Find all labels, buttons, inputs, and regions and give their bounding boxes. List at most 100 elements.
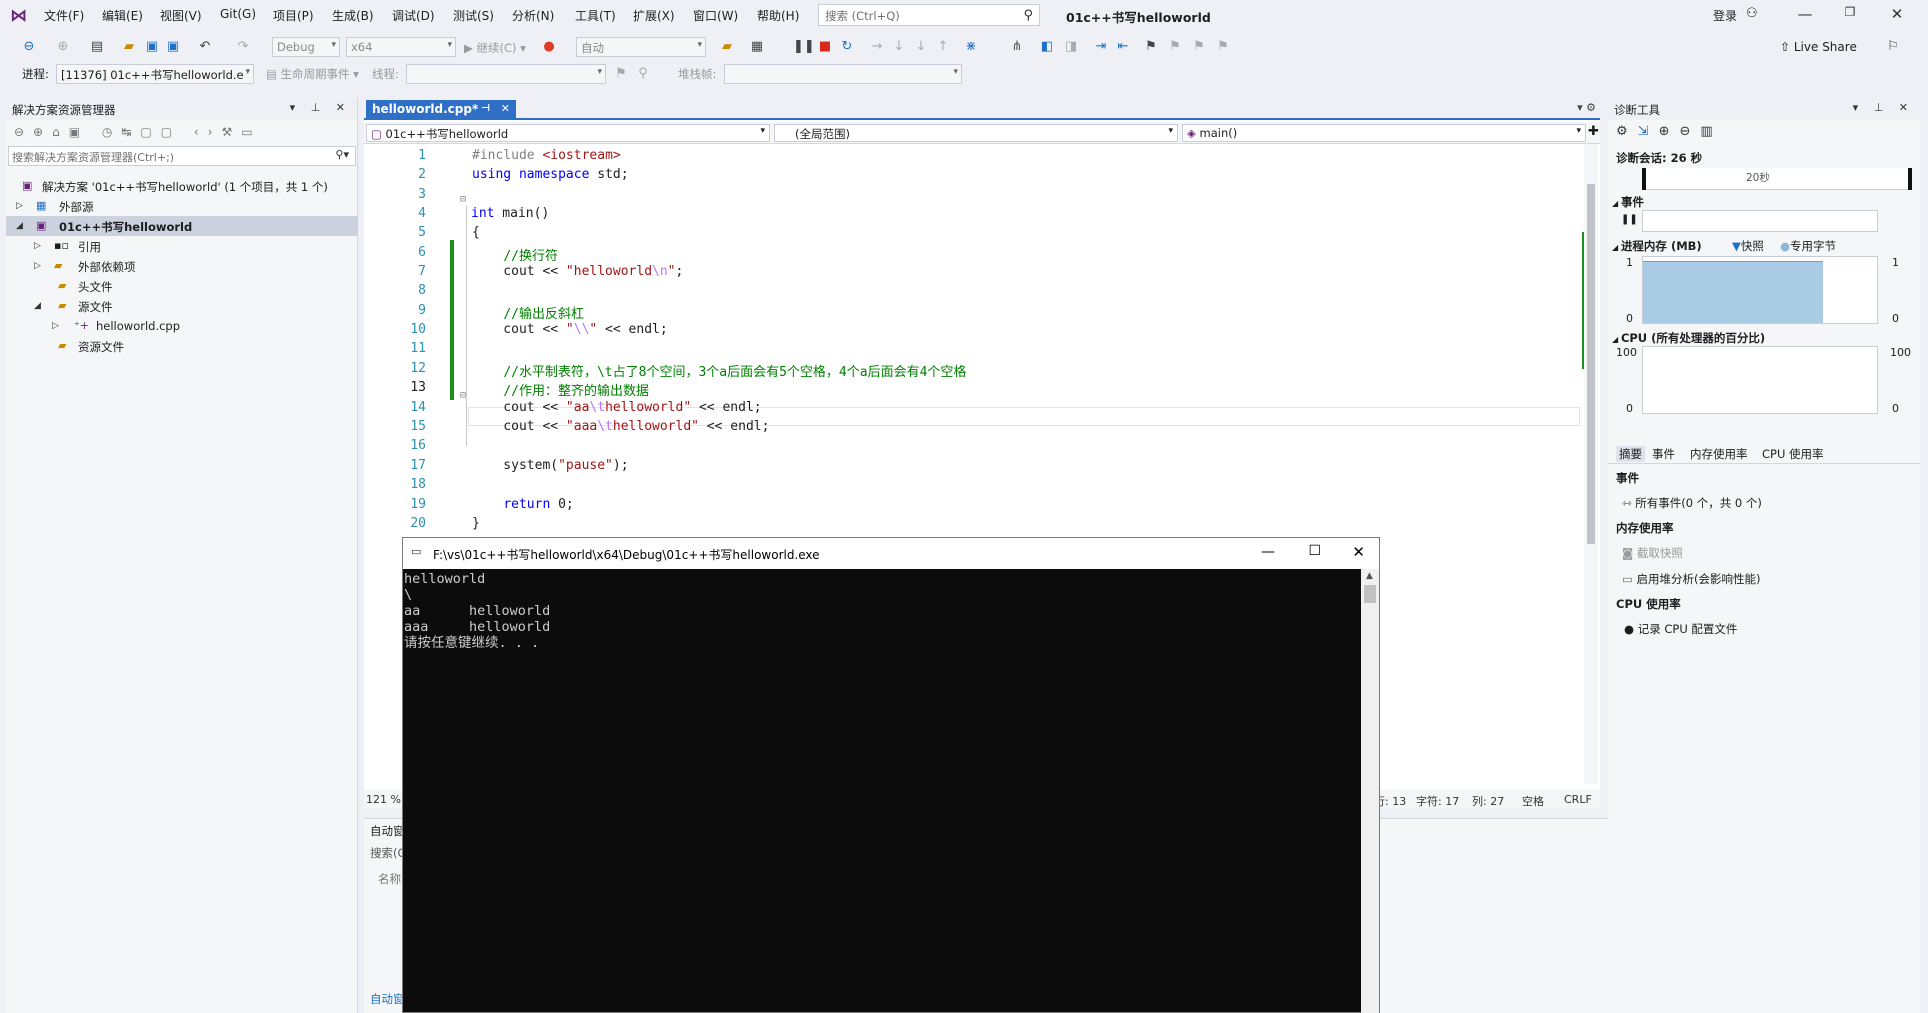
- zoom-in-icon[interactable]: ⊕: [1659, 124, 1680, 139]
- menu-tools[interactable]: 工具(T): [575, 7, 616, 24]
- maximize-button[interactable]: ❐: [1830, 5, 1870, 27]
- settings-icon[interactable]: ⚙: [1616, 124, 1638, 139]
- menu-analyze[interactable]: 分析(N): [512, 7, 554, 24]
- collapse-arrow-icon[interactable]: ◢: [1612, 199, 1621, 208]
- expand-arrow-icon[interactable]: ▷: [34, 261, 41, 271]
- menu-test[interactable]: 测试(S): [453, 7, 494, 24]
- bookmark-icon[interactable]: ⚑: [1142, 38, 1160, 56]
- tab-overflow-icon[interactable]: ▾ ⚙: [1577, 101, 1596, 114]
- configuration-select[interactable]: Debug ▾: [272, 37, 340, 57]
- console-maximize-button[interactable]: ☐: [1308, 543, 1321, 559]
- console-scrollbar[interactable]: ▲: [1361, 569, 1379, 1013]
- vs-logo-icon[interactable]: ⋈: [10, 6, 27, 26]
- save-all-icon[interactable]: ▣: [164, 38, 182, 56]
- menu-file[interactable]: 文件(F): [44, 7, 84, 24]
- whitespace-indicator[interactable]: 空格: [1522, 793, 1544, 809]
- close-icon[interactable]: ✕: [501, 102, 510, 115]
- autos-tab[interactable]: 自动窗: [370, 991, 405, 1007]
- collapse-arrow-icon[interactable]: ◢: [34, 301, 41, 311]
- back-icon[interactable]: ⊖: [20, 38, 38, 56]
- tab-helloworld-cpp[interactable]: helloworld.cpp* ⊣ ✕: [366, 100, 516, 120]
- bookmark-next-icon[interactable]: ⚑: [1190, 38, 1208, 56]
- undo-icon[interactable]: ↶: [196, 38, 214, 56]
- tree-item-solution[interactable]: ▣ 解决方案 '01c++书写helloworld' (1 个项目，共 1 个): [6, 176, 358, 196]
- panel-controls-icon[interactable]: ▾ ⊥ ✕: [290, 101, 351, 114]
- take-snapshot-button[interactable]: ◙ 截取快照: [1622, 545, 1683, 561]
- bookmark-clear-icon[interactable]: ⚑: [1214, 38, 1232, 56]
- redo-icon[interactable]: ↷: [234, 38, 252, 56]
- menu-edit[interactable]: 编辑(E): [102, 7, 143, 24]
- zoom-out-icon[interactable]: ⊖: [1679, 124, 1700, 139]
- collapse-arrow-icon[interactable]: ◢: [16, 221, 23, 231]
- search-input[interactable]: 搜索 (Ctrl+Q) ⚲: [818, 4, 1040, 26]
- stack-frame-select[interactable]: ▾: [724, 64, 962, 84]
- save-icon[interactable]: ▣: [143, 38, 161, 56]
- tree-item-external-deps[interactable]: ▷ ▰ 外部依赖项: [6, 256, 358, 276]
- forward-icon[interactable]: ⊕: [54, 38, 72, 56]
- autos-search[interactable]: 搜索(C: [370, 845, 406, 861]
- open-folder-icon[interactable]: ▰: [718, 38, 736, 56]
- heap-profiling-button[interactable]: ▭ 启用堆分析(会影响性能): [1622, 571, 1761, 587]
- hot-reload-icon[interactable]: ●: [540, 38, 558, 56]
- tree-item-project[interactable]: ◢ ▣ 01c++书写helloworld: [6, 216, 358, 236]
- close-button[interactable]: ✕: [1877, 5, 1917, 27]
- menu-view[interactable]: 视图(V): [160, 7, 202, 24]
- scroll-thumb[interactable]: [1587, 184, 1595, 544]
- tab-cpu-usage[interactable]: CPU 使用率: [1762, 446, 1824, 462]
- split-editor-icon[interactable]: ✚: [1588, 124, 1599, 139]
- layout-icon[interactable]: ▦: [748, 38, 766, 56]
- pin-icon[interactable]: ⊣: [481, 103, 490, 114]
- scope-nav-select[interactable]: (全局范围) ▾: [774, 124, 1178, 142]
- outdent-icon[interactable]: ⇤: [1114, 38, 1132, 56]
- tree-item-external-sources[interactable]: ▷ ▦ 外部源: [6, 196, 358, 216]
- line-ending-indicator[interactable]: CRLF: [1564, 793, 1592, 806]
- menu-window[interactable]: 窗口(W): [693, 7, 738, 24]
- tree-item-helloworld-cpp[interactable]: ▷ ⁺+ helloworld.cpp: [6, 316, 358, 336]
- tree-item-resource-files[interactable]: ▰ 资源文件: [6, 336, 358, 356]
- timeline-ruler[interactable]: 20秒: [1642, 168, 1912, 190]
- console-window[interactable]: ▭ F:\vs\01c++书写helloworld\x64\Debug\01c+…: [402, 537, 1380, 1013]
- format-icon[interactable]: ◨: [1062, 38, 1080, 56]
- filter-icon[interactable]: ⚲: [634, 65, 652, 83]
- expand-arrow-icon[interactable]: ▷: [16, 201, 23, 211]
- panel-controls-icon[interactable]: ▾ ⊥ ✕: [1853, 101, 1914, 114]
- menu-build[interactable]: 生成(B): [332, 7, 374, 24]
- editor-scrollbar[interactable]: [1584, 144, 1598, 784]
- function-nav-select[interactable]: ◈ main() ▾: [1182, 124, 1586, 142]
- lifecycle-events[interactable]: ▤ 生命周期事件 ▾: [266, 66, 359, 82]
- console-close-button[interactable]: ✕: [1352, 543, 1365, 561]
- zoom-level[interactable]: 121 %: [366, 793, 401, 806]
- project-nav-select[interactable]: ▢ 01c++书写helloworld ▾: [366, 124, 770, 142]
- new-project-icon[interactable]: ▤: [88, 38, 106, 56]
- platform-select[interactable]: x64 ▾: [346, 37, 456, 57]
- tab-summary[interactable]: 摘要: [1616, 446, 1645, 462]
- tab-memory-usage[interactable]: 内存使用率: [1690, 446, 1748, 462]
- menu-debug[interactable]: 调试(D): [392, 7, 435, 24]
- solution-search-input[interactable]: 搜索解决方案资源管理器(Ctrl+;) ⚲▾: [8, 146, 356, 166]
- flag-icon[interactable]: ⚑: [612, 65, 630, 83]
- menu-extensions[interactable]: 扩展(X): [633, 7, 675, 24]
- menu-project[interactable]: 项目(P): [273, 7, 314, 24]
- minimize-button[interactable]: —: [1785, 5, 1825, 27]
- record-cpu-button[interactable]: ● 记录 CPU 配置文件: [1624, 621, 1737, 637]
- menu-git[interactable]: Git(G): [220, 7, 256, 21]
- auto-select[interactable]: 自动 ▾: [576, 37, 706, 57]
- indent-icon[interactable]: ⇥: [1092, 38, 1110, 56]
- menu-help[interactable]: 帮助(H): [757, 7, 799, 24]
- export-icon[interactable]: ⇲: [1638, 124, 1659, 139]
- console-scroll-thumb[interactable]: [1364, 585, 1376, 603]
- collapse-arrow-icon[interactable]: ◢: [1612, 335, 1621, 344]
- login-link[interactable]: 登录: [1713, 7, 1737, 24]
- tab-events[interactable]: 事件: [1652, 446, 1675, 462]
- collapse-arrow-icon[interactable]: ◢: [1612, 243, 1621, 252]
- events-track[interactable]: ❚❚: [1621, 210, 1878, 232]
- step-back-icon[interactable]: ↑: [934, 38, 952, 56]
- memory-graph[interactable]: [1642, 256, 1878, 324]
- console-title-bar[interactable]: ▭ F:\vs\01c++书写helloworld\x64\Debug\01c+…: [403, 538, 1379, 569]
- step-over-icon[interactable]: ↓: [890, 38, 908, 56]
- thread-select[interactable]: ▾: [406, 64, 606, 84]
- expand-arrow-icon[interactable]: ▷: [34, 241, 41, 251]
- tree-item-references[interactable]: ▷ ▪▫ 引用: [6, 236, 358, 256]
- stop-icon[interactable]: ■: [816, 38, 834, 56]
- all-events-link[interactable]: ⇿ 所有事件(0 个，共 0 个): [1622, 495, 1762, 511]
